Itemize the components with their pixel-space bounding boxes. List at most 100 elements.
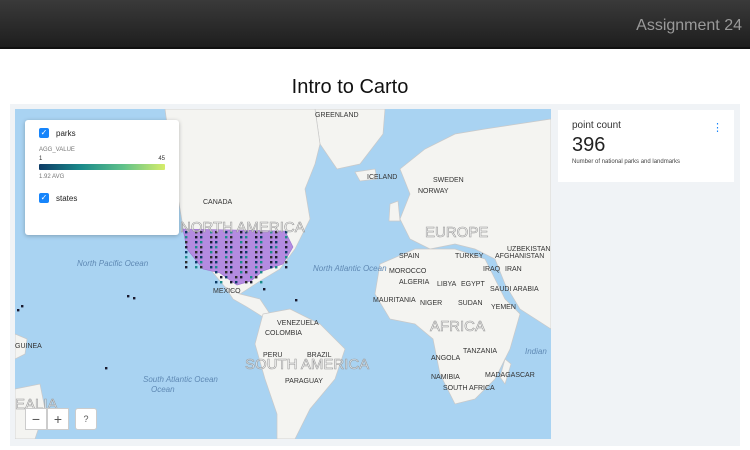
label-venezuela: VENEZUELA — [277, 320, 319, 327]
park-point — [250, 276, 253, 279]
park-point — [185, 266, 188, 269]
park-point — [225, 271, 228, 274]
legend-range: 1 45 — [39, 156, 165, 162]
park-point — [133, 297, 136, 300]
label-mexico: MEXICO — [213, 288, 241, 295]
park-point — [200, 246, 203, 249]
widget-description: Number of national parks and landmarks — [572, 159, 681, 165]
park-point — [200, 236, 203, 239]
park-point — [255, 256, 258, 259]
brand-title: Assignment 24 — [636, 17, 742, 34]
park-point — [220, 281, 223, 284]
park-point — [225, 276, 228, 279]
legend-avg: 1.92 AVG — [39, 174, 65, 180]
park-point — [215, 246, 218, 249]
park-point — [210, 251, 213, 254]
label-saudi-arabia: SAUDI ARABIA — [490, 286, 539, 293]
park-point — [230, 281, 233, 284]
label-iraq: IRAQ — [483, 266, 501, 273]
zoom-out-button[interactable]: − — [25, 408, 47, 430]
park-point — [215, 281, 218, 284]
layer-states-row[interactable]: ✓ states — [39, 193, 165, 203]
park-point — [200, 241, 203, 244]
park-point — [245, 266, 248, 269]
park-point — [200, 256, 203, 259]
park-point — [195, 246, 198, 249]
label-south-atlantic: South Atlantic Ocean — [143, 375, 218, 384]
park-point — [195, 256, 198, 259]
park-point — [185, 241, 188, 244]
label-africa: AFRICA — [430, 318, 485, 335]
states-checkbox[interactable]: ✓ — [39, 193, 49, 203]
park-point — [275, 236, 278, 239]
park-point — [215, 266, 218, 269]
help-button[interactable]: ? — [75, 408, 97, 430]
park-point — [230, 241, 233, 244]
park-point — [195, 241, 198, 244]
park-point — [260, 261, 263, 264]
park-point — [240, 271, 243, 274]
label-south-africa: SOUTH AFRICA — [443, 385, 495, 392]
legend-range-min: 1 — [39, 156, 43, 162]
legend-color-ramp — [39, 164, 165, 170]
label-north-atlantic: North Atlantic Ocean — [313, 264, 387, 273]
label-algeria: ALGERIA — [399, 279, 430, 286]
park-point — [260, 256, 263, 259]
park-point — [21, 305, 24, 308]
park-point — [263, 288, 266, 291]
park-point — [255, 246, 258, 249]
layer-parks-row[interactable]: ✓ parks — [39, 128, 165, 138]
park-point — [235, 281, 238, 284]
park-point — [127, 295, 130, 298]
label-paraguay: PARAGUAY — [285, 378, 323, 385]
label-tanzania: TANZANIA — [463, 348, 497, 355]
widget-value: 396 — [572, 134, 606, 156]
label-libya: LIBYA — [437, 281, 457, 288]
label-yemen: YEMEN — [491, 304, 516, 311]
park-point — [285, 256, 288, 259]
label-morocco: MOROCCO — [389, 268, 427, 275]
park-point — [215, 256, 218, 259]
park-point — [270, 246, 273, 249]
label-sweden: SWEDEN — [433, 177, 464, 184]
states-layer-label: states — [56, 193, 78, 203]
zoom-in-button[interactable]: + — [47, 408, 69, 430]
park-point — [210, 236, 213, 239]
park-point — [275, 241, 278, 244]
park-point — [185, 261, 188, 264]
label-greenland: GREENLAND — [315, 112, 359, 119]
park-point — [225, 246, 228, 249]
park-point — [245, 261, 248, 264]
park-point — [240, 261, 243, 264]
park-point — [230, 236, 233, 239]
parks-checkbox[interactable]: ✓ — [39, 128, 49, 138]
park-point — [245, 271, 248, 274]
park-point — [185, 236, 188, 239]
park-point — [260, 251, 263, 254]
park-point — [255, 241, 258, 244]
park-point — [240, 246, 243, 249]
point-count-widget: point count ⋮ 396 Number of national par… — [558, 110, 734, 182]
park-point — [230, 271, 233, 274]
park-point — [210, 261, 213, 264]
label-madagascar: MADAGASCAR — [485, 372, 535, 379]
park-point — [210, 241, 213, 244]
park-point — [240, 236, 243, 239]
widget-menu-icon[interactable]: ⋮ — [712, 121, 723, 134]
park-point — [255, 261, 258, 264]
park-point — [200, 251, 203, 254]
park-point — [195, 261, 198, 264]
park-point — [225, 251, 228, 254]
park-point — [225, 236, 228, 239]
park-point — [230, 246, 233, 249]
park-point — [225, 266, 228, 269]
park-point — [270, 241, 273, 244]
label-north-pacific: North Pacific Ocean — [77, 259, 149, 268]
label-iran: IRAN — [505, 266, 522, 273]
park-point — [235, 276, 238, 279]
park-point — [270, 236, 273, 239]
park-point — [275, 246, 278, 249]
park-point — [245, 281, 248, 284]
park-point — [260, 241, 263, 244]
label-niger: NIGER — [420, 300, 442, 307]
